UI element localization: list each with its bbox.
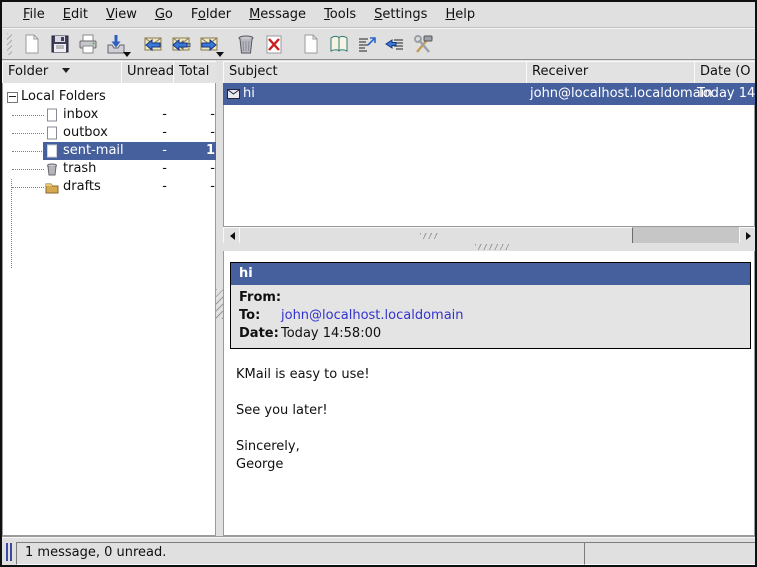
note-icon <box>300 33 322 55</box>
reply-all-icon <box>170 33 192 55</box>
menu-message[interactable]: Message <box>240 4 315 25</box>
collapse-expander-icon[interactable] <box>7 92 18 103</box>
tree-guide-line <box>12 169 44 171</box>
status-message-panel: 1 message, 0 unread. <box>16 542 594 565</box>
menu-file[interactable]: File <box>14 4 54 25</box>
post-to-mailing-list-icon <box>356 33 378 55</box>
save-button[interactable] <box>47 31 73 57</box>
header-row-from: From: <box>231 289 750 307</box>
save-floppy-icon <box>49 33 71 55</box>
toolbar-grip[interactable] <box>7 33 12 55</box>
reply-icon <box>142 33 164 55</box>
message-row[interactable]: hi john@localhost.localdomain Today 14 <box>223 83 755 105</box>
mail-paper-icon <box>45 108 59 122</box>
message-preview-pane[interactable]: hi From: To:john@localhost.localdomain D… <box>223 251 755 536</box>
body-line: See you later! <box>236 402 370 420</box>
menu-edit[interactable]: Edit <box>54 4 97 25</box>
print-icon <box>77 33 99 55</box>
statusbar-grip <box>6 543 13 561</box>
configure-button[interactable] <box>410 31 436 57</box>
mail-paper-icon <box>45 126 59 140</box>
header-row-date: Date:Today 14:58:00 <box>231 325 750 343</box>
to-address-link[interactable]: john@localhost.localdomain <box>281 308 464 323</box>
horizontal-scrollbar[interactable] <box>223 227 755 243</box>
status-bar: 1 message, 0 unread. <box>2 537 755 565</box>
check-mail-button[interactable] <box>103 31 129 57</box>
folder-row-sent-mail[interactable]: sent-mail - 1 <box>3 142 217 160</box>
vertical-splitter[interactable] <box>216 61 223 536</box>
new-note-button[interactable] <box>298 31 324 57</box>
menu-tools[interactable]: Tools <box>315 4 365 25</box>
folder-row-drafts[interactable]: drafts - - <box>3 178 217 196</box>
address-book-button[interactable] <box>326 31 352 57</box>
splitter-grip <box>216 289 223 319</box>
toolbar-separator <box>223 31 232 57</box>
folder-row-trash[interactable]: trash - - <box>3 160 217 178</box>
trash-icon <box>235 33 257 55</box>
menu-view[interactable]: View <box>97 4 146 25</box>
tree-guide-line <box>12 187 44 189</box>
menu-go[interactable]: Go <box>146 4 182 25</box>
forward-dropdown-caret[interactable] <box>216 52 224 57</box>
delete-icon <box>263 33 285 55</box>
folder-root-local-folders[interactable]: Local Folders <box>3 88 217 106</box>
menu-folder[interactable]: Folder <box>182 4 240 25</box>
body-line: Sincerely, <box>236 438 370 456</box>
tree-guide-line <box>12 151 44 153</box>
reply-to-mailing-list-icon <box>384 33 406 55</box>
address-book-icon <box>328 33 350 55</box>
toolbar-separator <box>288 31 297 57</box>
mail-paper-icon <box>45 144 59 158</box>
message-subject-title: hi <box>231 263 750 285</box>
envelope-icon <box>227 88 241 100</box>
toolbar <box>2 28 755 60</box>
message-body: KMail is easy to use! See you later! Sin… <box>236 366 370 474</box>
status-secondary-panel <box>584 542 757 565</box>
header-row-to: To:john@localhost.localdomain <box>231 307 750 325</box>
body-line: George <box>236 456 370 474</box>
body-line: KMail is easy to use! <box>236 366 370 384</box>
menubar: File Edit View Go Folder Message Tools S… <box>2 2 755 28</box>
forward-button[interactable] <box>196 31 222 57</box>
arrow-left-icon <box>230 232 235 240</box>
reply-all-button[interactable] <box>168 31 194 57</box>
menu-help[interactable]: Help <box>436 4 484 25</box>
folder-row-inbox[interactable]: inbox - - <box>3 106 217 124</box>
message-headers: From: To:john@localhost.localdomain Date… <box>231 285 750 348</box>
splitter-grip <box>475 244 509 250</box>
print-button[interactable] <box>75 31 101 57</box>
reply-button[interactable] <box>140 31 166 57</box>
folder-icon <box>45 180 59 194</box>
check-mail-dropdown-caret[interactable] <box>123 52 131 57</box>
body-line <box>236 420 370 438</box>
body-line <box>236 384 370 402</box>
folder-row-outbox[interactable]: outbox - - <box>3 124 217 142</box>
new-message-button[interactable] <box>19 31 45 57</box>
horizontal-splitter[interactable] <box>223 243 755 251</box>
trash-can-icon <box>45 162 59 176</box>
kmail-window: File Edit View Go Folder Message Tools S… <box>0 0 757 567</box>
configure-tools-icon <box>412 33 434 55</box>
delete-button[interactable] <box>261 31 287 57</box>
arrow-right-icon <box>746 232 751 240</box>
reply-to-list-button[interactable] <box>382 31 408 57</box>
message-header-box: hi From: To:john@localhost.localdomain D… <box>230 262 751 349</box>
folder-tree[interactable]: Local Folders inbox - - outbox - - sent-… <box>2 83 216 536</box>
sort-arrow-icon <box>62 68 70 73</box>
tree-guide-line <box>12 115 44 117</box>
move-to-trash-button[interactable] <box>233 31 259 57</box>
tree-guide-line <box>12 133 44 135</box>
menu-settings[interactable]: Settings <box>365 4 436 25</box>
toolbar-separator <box>130 31 139 57</box>
new-message-icon <box>21 33 43 55</box>
post-to-list-button[interactable] <box>354 31 380 57</box>
